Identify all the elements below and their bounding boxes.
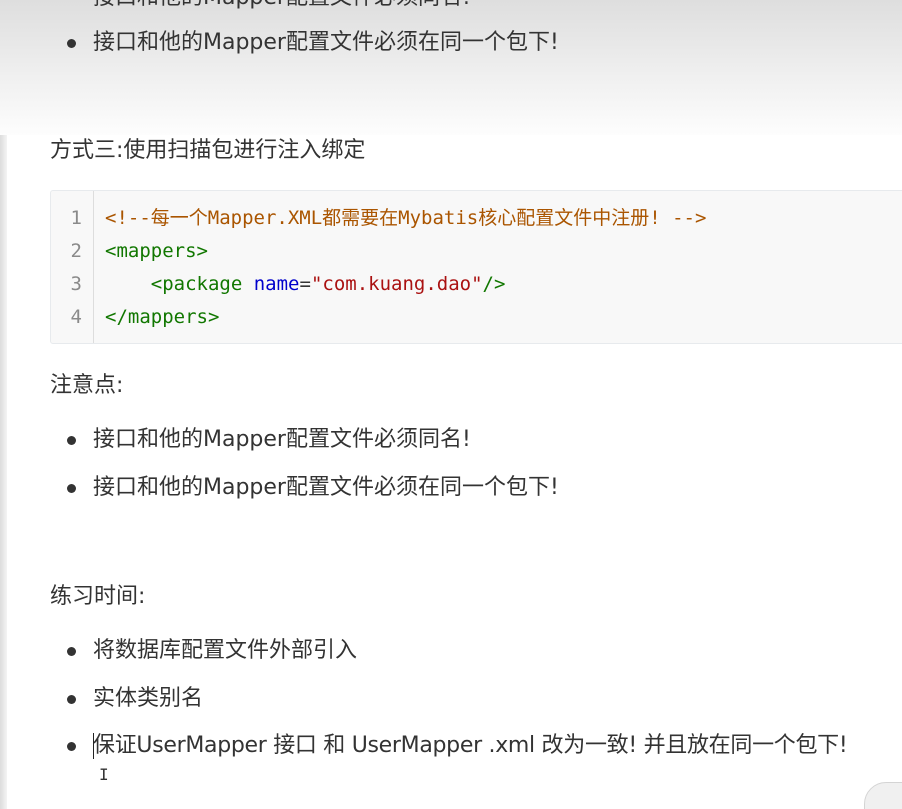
bullet-dot	[67, 39, 76, 48]
list-item: 接口和他的Mapper配置文件必须同名!	[93, 427, 471, 452]
code-line-3: <package name="com.kuang.dao"/>	[105, 268, 506, 301]
floating-widget-button[interactable]	[864, 782, 902, 809]
code-equals: =	[299, 273, 311, 295]
text-caret	[93, 733, 94, 759]
section-heading-practice: 练习时间:	[50, 584, 146, 609]
code-line-4: </mappers>	[105, 301, 219, 334]
code-attribute: name	[253, 273, 300, 295]
code-tag: <mappers>	[105, 240, 208, 262]
section-heading-method-three: 方式三:使用扫描包进行注入绑定	[50, 138, 366, 163]
list-item: 接口和他的Mapper配置文件必须在同一个包下!	[93, 475, 559, 500]
list-item: 保证UserMapper 接口 和 UserMapper .xml 改为一致! …	[93, 733, 848, 758]
line-number-gutter: 1 2 3 4	[51, 191, 94, 343]
bullet-dot	[67, 742, 76, 751]
list-item: 接口和他的Mapper配置文件必须在同一个包下!	[93, 30, 559, 55]
bullet-dot	[67, 695, 76, 704]
line-number: 2	[70, 240, 82, 262]
code-line-2: <mappers>	[105, 235, 208, 268]
line-number: 1	[70, 207, 82, 229]
list-item: 实体类别名	[93, 686, 204, 711]
top-cut-bullet-text: 接口和他的Mapper配置文件必须同名!	[93, 0, 471, 13]
bullet-dot	[67, 647, 76, 656]
code-block[interactable]: 1 2 3 4 <!--每一个Mapper.XML都需要在Mybatis核心配置…	[50, 190, 902, 344]
line-number: 4	[70, 306, 82, 328]
top-scroll-shade	[0, 0, 902, 135]
section-heading-notes: 注意点:	[50, 373, 124, 398]
code-line-1: <!--每一个Mapper.XML都需要在Mybatis核心配置文件中注册! -…	[105, 202, 706, 235]
code-comment: <!--每一个Mapper.XML都需要在Mybatis核心配置文件中注册! -…	[105, 207, 707, 229]
code-tag: />	[482, 273, 506, 295]
bullet-dot	[67, 436, 76, 445]
code-tag: <package	[150, 273, 243, 295]
bullet-dot	[67, 484, 76, 493]
code-tag: </mappers>	[105, 306, 220, 328]
line-number: 3	[70, 273, 82, 295]
list-item: 将数据库配置文件外部引入	[93, 638, 358, 663]
code-string: "com.kuang.dao"	[310, 273, 483, 295]
text-cursor-icon: I	[99, 765, 109, 784]
